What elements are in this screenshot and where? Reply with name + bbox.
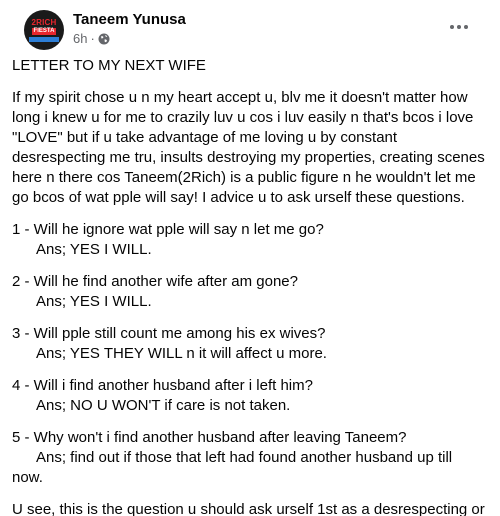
avatar-logo-bottom: FIESTA [31,27,57,35]
more-dot [464,25,468,29]
avatar-logo-top: 2RICH [31,17,57,27]
more-dot [457,25,461,29]
post-card: 2RICH FIESTA Taneem Yunusa 6h · LETTER T… [0,0,500,516]
question: 3 - Will pple still count me among his e… [12,325,326,342]
question: 2 - Will he find another wife after am g… [12,273,298,290]
post-time[interactable]: 6h [73,31,87,46]
answer-continuation: now. [12,469,43,486]
avatar-stripe [29,36,59,42]
post-title: LETTER TO MY NEXT WIFE [12,57,206,74]
post-intro: If my spirit chose u n my heart accept u… [12,89,485,206]
meta-separator: · [90,31,95,46]
qa-item: 4 - Will i find another husband after i … [12,376,488,416]
post-meta: 6h · [73,31,110,46]
answer: Ans; YES I WILL. [36,241,152,258]
globe-icon [98,33,110,45]
more-dot [450,25,454,29]
qa-item: 1 - Will he ignore wat pple will say n l… [12,220,488,260]
post-closing: U see, this is the question u should ask… [12,501,485,516]
more-options-button[interactable] [444,12,474,42]
post-content: LETTER TO MY NEXT WIFE If my spirit chos… [12,56,488,516]
answer: Ans; find out if those that left had fou… [36,449,453,466]
answer: Ans; YES I WILL. [36,293,152,310]
answer: Ans; NO U WON'T if care is not taken. [36,397,291,414]
post-header: 2RICH FIESTA Taneem Yunusa 6h · [12,0,488,56]
author-name[interactable]: Taneem Yunusa [73,11,186,28]
question: 1 - Will he ignore wat pple will say n l… [12,221,324,238]
qa-item: 3 - Will pple still count me among his e… [12,324,488,364]
question: 4 - Will i find another husband after i … [12,377,313,394]
qa-item: 5 - Why won't i find another husband aft… [12,428,488,488]
avatar[interactable]: 2RICH FIESTA [24,10,64,50]
answer: Ans; YES THEY WILL n it will affect u mo… [36,345,327,362]
question: 5 - Why won't i find another husband aft… [12,429,407,446]
qa-item: 2 - Will he find another wife after am g… [12,272,488,312]
